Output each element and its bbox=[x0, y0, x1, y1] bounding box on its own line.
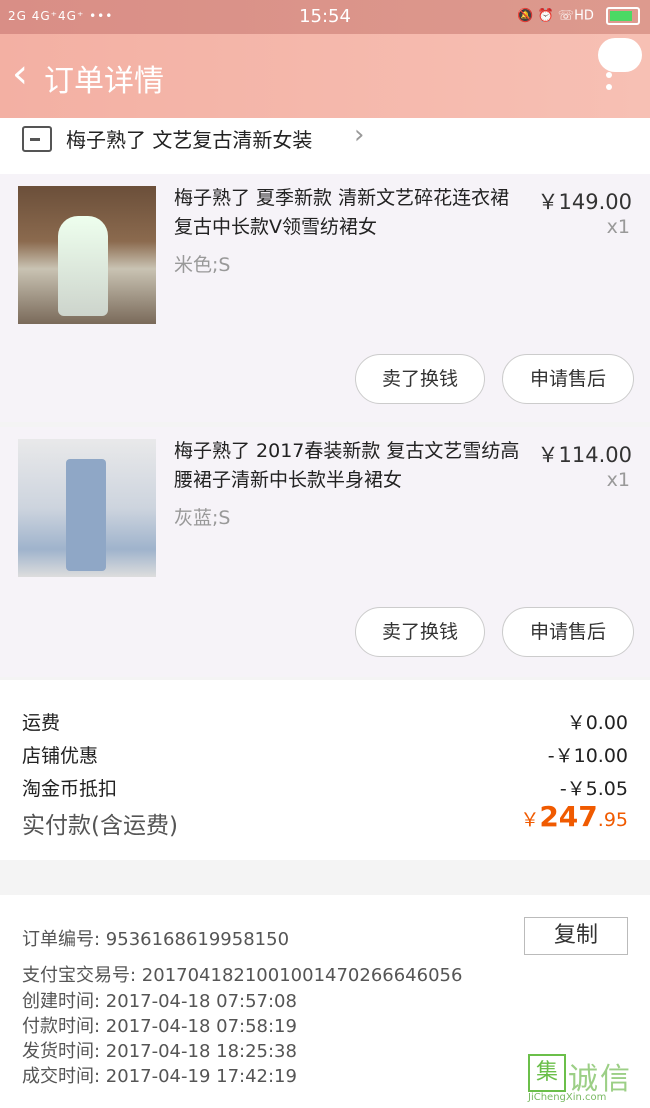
more-dot-icon bbox=[606, 72, 612, 78]
product-image[interactable] bbox=[18, 186, 156, 324]
fee-label: 店铺优惠 bbox=[22, 745, 99, 767]
page-title: 订单详情 bbox=[44, 64, 164, 99]
order-item[interactable]: 梅子熟了 夏季新款 清新文艺碎花连衣裙 复古中长款V领雪纺裙女 米色;S ￥14… bbox=[0, 174, 650, 422]
fee-summary: 运费 ￥0.00 店铺优惠 -￥10.00 淘金币抵扣 -￥5.05 实付款(含… bbox=[0, 680, 650, 860]
copy-button[interactable]: 复制 bbox=[524, 917, 628, 955]
watermark-url: JiChengXin.com bbox=[528, 1092, 607, 1103]
total-label: 实付款(含运费) bbox=[22, 813, 178, 839]
call-hd-icon: ☏ bbox=[557, 8, 575, 24]
store-icon bbox=[22, 126, 52, 152]
total-decimal: .95 bbox=[597, 809, 628, 831]
status-right: 🔕 ⏰ ☏HD bbox=[517, 7, 640, 25]
watermark-mark: 集 bbox=[528, 1054, 566, 1092]
hd-label: HD bbox=[574, 8, 594, 24]
product-price: ￥114.00 bbox=[537, 443, 632, 467]
product-title[interactable]: 梅子熟了 2017春装新款 复古文艺雪纺高腰裙子清新中长款半身裙女 bbox=[174, 437, 524, 495]
fee-row: 运费 ￥0.00 bbox=[22, 708, 628, 735]
aftersale-button[interactable]: 申请售后 bbox=[502, 607, 634, 657]
fee-label: 运费 bbox=[22, 712, 61, 734]
bell-icon: 🔕 bbox=[517, 8, 534, 24]
alarm-icon: ⏰ bbox=[537, 8, 554, 24]
chevron-right-icon: › bbox=[354, 120, 365, 150]
more-dot-icon bbox=[606, 84, 612, 90]
alipay-number: 支付宝交易号: 2017041821001001470266646056 bbox=[22, 965, 463, 986]
shop-header[interactable]: 梅子熟了 文艺复古清新女装 › bbox=[0, 118, 650, 174]
shipped-time: 发货时间: 2017-04-18 18:25:38 bbox=[22, 1041, 297, 1062]
product-sku: 灰蓝;S bbox=[174, 507, 231, 529]
status-bar: 2G 4G⁺4G⁺ ••• 15:54 🔕 ⏰ ☏HD bbox=[0, 0, 650, 34]
product-price: ￥149.00 bbox=[537, 190, 632, 214]
product-qty: x1 bbox=[606, 216, 630, 238]
fee-value: ￥0.00 bbox=[566, 712, 628, 734]
total-currency: ￥ bbox=[520, 809, 540, 831]
watermark: 集 诚信 JiChengXin.com bbox=[528, 1050, 644, 1104]
order-item[interactable]: 梅子熟了 2017春装新款 复古文艺雪纺高腰裙子清新中长款半身裙女 灰蓝;S ￥… bbox=[0, 427, 650, 677]
fee-label: 淘金币抵扣 bbox=[22, 778, 118, 800]
aftersale-button[interactable]: 申请售后 bbox=[502, 354, 634, 404]
top-nav: ‹ 订单详情 bbox=[0, 34, 650, 118]
product-title[interactable]: 梅子熟了 夏季新款 清新文艺碎花连衣裙 复古中长款V领雪纺裙女 bbox=[174, 184, 524, 242]
total-row: 实付款(含运费) ￥247.95 bbox=[22, 800, 628, 840]
total-amount: ￥247.95 bbox=[520, 800, 628, 833]
paid-time: 付款时间: 2017-04-18 07:58:19 bbox=[22, 1016, 297, 1037]
fee-value: -￥5.05 bbox=[559, 778, 628, 800]
battery-icon bbox=[606, 7, 640, 25]
order-number: 订单编号: 9536168619958150 bbox=[22, 929, 290, 950]
product-image[interactable] bbox=[18, 439, 156, 577]
fee-value: -￥10.00 bbox=[547, 745, 628, 767]
fee-row: 淘金币抵扣 -￥5.05 bbox=[22, 774, 628, 801]
order-info: 订单编号: 9536168619958150 复制 支付宝交易号: 201704… bbox=[0, 895, 650, 1108]
total-integer: 247 bbox=[539, 800, 598, 833]
completed-time: 成交时间: 2017-04-19 17:42:19 bbox=[22, 1066, 297, 1087]
shop-name: 梅子熟了 文艺复古清新女装 bbox=[66, 128, 313, 152]
product-sku: 米色;S bbox=[174, 254, 231, 276]
back-icon[interactable]: ‹ bbox=[12, 54, 28, 94]
sell-button[interactable]: 卖了换钱 bbox=[355, 354, 485, 404]
more-menu-button[interactable] bbox=[598, 38, 642, 72]
sell-button[interactable]: 卖了换钱 bbox=[355, 607, 485, 657]
created-time: 创建时间: 2017-04-18 07:57:08 bbox=[22, 991, 297, 1012]
fee-row: 店铺优惠 -￥10.00 bbox=[22, 741, 628, 768]
product-qty: x1 bbox=[606, 469, 630, 491]
